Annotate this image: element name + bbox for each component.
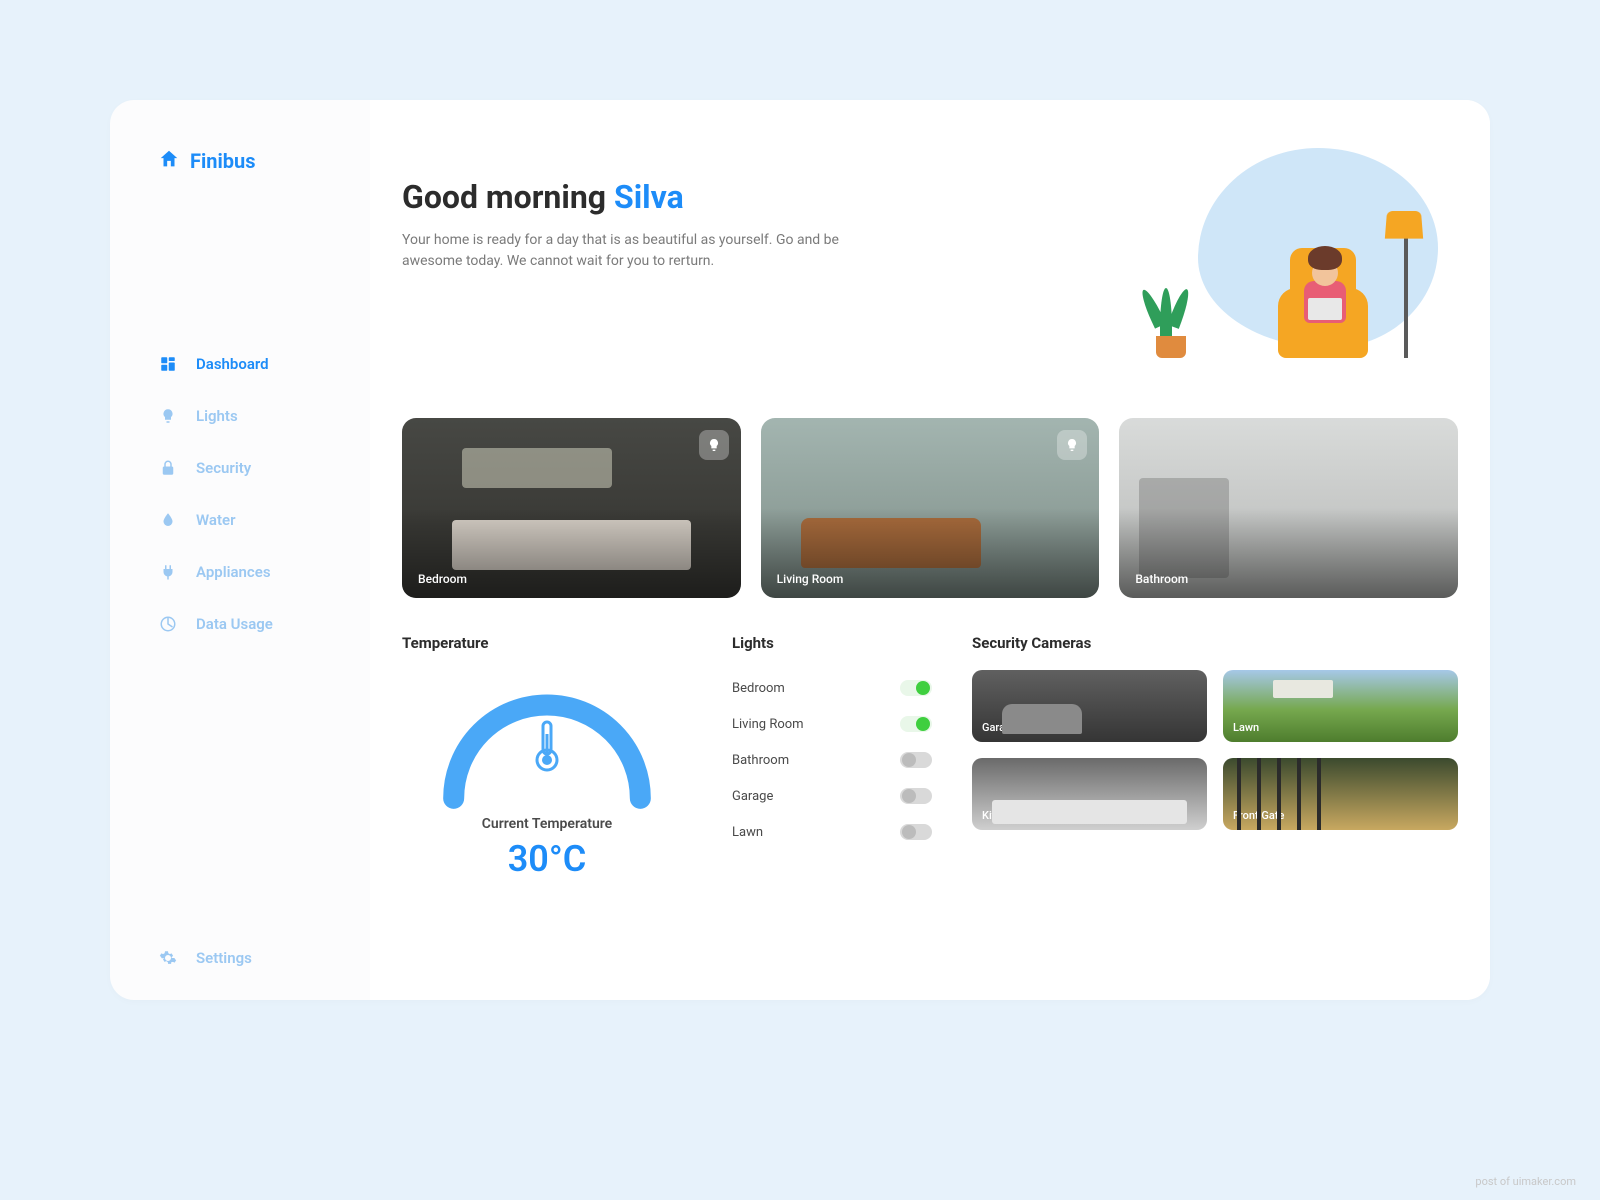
sidebar-item-label: Appliances (196, 563, 271, 581)
camera-label: Garage (982, 721, 1017, 734)
light-row-bedroom: Bedroom (732, 670, 932, 706)
hero-text: Good morning Silva Your home is ready fo… (402, 148, 882, 272)
lock-icon (158, 458, 178, 478)
user-name: Silva (614, 178, 684, 216)
greeting-subtitle: Your home is ready for a day that is as … (402, 230, 882, 272)
sidebar: Finibus Dashboard Lights Security Water Appl… (110, 100, 370, 1000)
cameras-grid: Garage Lawn Kitchen Front Gate (972, 670, 1458, 830)
camera-card-kitchen[interactable]: Kitchen (972, 758, 1207, 830)
sidebar-item-label: Water (196, 511, 236, 529)
sidebar-item-label: Data Usage (196, 615, 273, 633)
hero-illustration (1138, 148, 1458, 378)
lights-title: Lights (732, 634, 932, 652)
watermark: post of uimaker.com (1475, 1175, 1576, 1188)
greeting-prefix: Good morning (402, 178, 614, 216)
room-label: Bathroom (1135, 572, 1188, 586)
light-row-garage: Garage (732, 778, 932, 814)
camera-label: Front Gate (1233, 809, 1284, 822)
temperature-title: Temperature (402, 634, 692, 652)
sidebar-settings-label: Settings (196, 949, 252, 967)
room-label: Bedroom (418, 572, 467, 586)
light-name: Bathroom (732, 753, 789, 768)
bulb-icon (158, 406, 178, 426)
camera-card-front-gate[interactable]: Front Gate (1223, 758, 1458, 830)
cameras-title: Security Cameras (972, 634, 1458, 652)
thermometer-icon (532, 720, 562, 776)
home-icon (158, 148, 180, 174)
lights-list: Bedroom Living Room Bathroom Garage Lawn (732, 670, 932, 850)
rooms-row: Bedroom Living Room Bathroom (402, 418, 1458, 598)
camera-card-garage[interactable]: Garage (972, 670, 1207, 742)
sidebar-item-lights[interactable]: Lights (158, 406, 338, 426)
temperature-value: 30°C (402, 838, 692, 880)
temperature-label: Current Temperature (402, 816, 692, 832)
sidebar-item-settings[interactable]: Settings (158, 908, 338, 968)
panels: Temperature Current Temperature (402, 634, 1458, 880)
sidebar-item-water[interactable]: Water (158, 510, 338, 530)
room-card-bedroom[interactable]: Bedroom (402, 418, 741, 598)
light-row-bathroom: Bathroom (732, 742, 932, 778)
lights-panel: Lights Bedroom Living Room Bathroom Garage L… (732, 634, 932, 880)
camera-label: Kitchen (982, 809, 1019, 822)
room-card-bathroom[interactable]: Bathroom (1119, 418, 1458, 598)
room-label: Living Room (777, 572, 844, 586)
room-overlay (1119, 418, 1458, 598)
gear-icon (158, 948, 178, 968)
light-row-living-room: Living Room (732, 706, 932, 742)
light-toggle[interactable] (900, 752, 932, 768)
main-content: Good morning Silva Your home is ready fo… (370, 100, 1490, 1000)
app-window: Finibus Dashboard Lights Security Water Appl… (110, 100, 1490, 1000)
sidebar-item-dashboard[interactable]: Dashboard (158, 354, 338, 374)
light-name: Bedroom (732, 681, 785, 696)
light-toggle[interactable] (900, 716, 932, 732)
greeting: Good morning Silva (402, 178, 882, 216)
cameras-panel: Security Cameras Garage Lawn Kitchen Front … (972, 634, 1458, 880)
dashboard-icon (158, 354, 178, 374)
room-overlay (402, 418, 741, 598)
sidebar-item-label: Security (196, 459, 251, 477)
light-name: Garage (732, 789, 773, 804)
room-overlay (761, 418, 1100, 598)
hero: Good morning Silva Your home is ready fo… (402, 148, 1458, 378)
bulb-icon[interactable] (699, 430, 729, 460)
water-icon (158, 510, 178, 530)
plug-icon (158, 562, 178, 582)
sidebar-item-appliances[interactable]: Appliances (158, 562, 338, 582)
camera-label: Lawn (1233, 721, 1259, 734)
data-icon (158, 614, 178, 634)
camera-card-lawn[interactable]: Lawn (1223, 670, 1458, 742)
brand[interactable]: Finibus (158, 148, 338, 174)
light-toggle[interactable] (900, 680, 932, 696)
temperature-gauge (427, 670, 667, 810)
bulb-icon[interactable] (1057, 430, 1087, 460)
sidebar-item-label: Lights (196, 407, 238, 425)
sidebar-item-security[interactable]: Security (158, 458, 338, 478)
light-row-lawn: Lawn (732, 814, 932, 850)
sidebar-item-label: Dashboard (196, 355, 269, 373)
light-name: Living Room (732, 717, 804, 732)
light-name: Lawn (732, 825, 763, 840)
light-toggle[interactable] (900, 788, 932, 804)
nav: Dashboard Lights Security Water Appliances Da… (158, 354, 338, 908)
brand-name: Finibus (190, 149, 256, 173)
room-card-living-room[interactable]: Living Room (761, 418, 1100, 598)
sidebar-item-data-usage[interactable]: Data Usage (158, 614, 338, 634)
light-toggle[interactable] (900, 824, 932, 840)
temperature-panel: Temperature Current Temperature (402, 634, 692, 880)
